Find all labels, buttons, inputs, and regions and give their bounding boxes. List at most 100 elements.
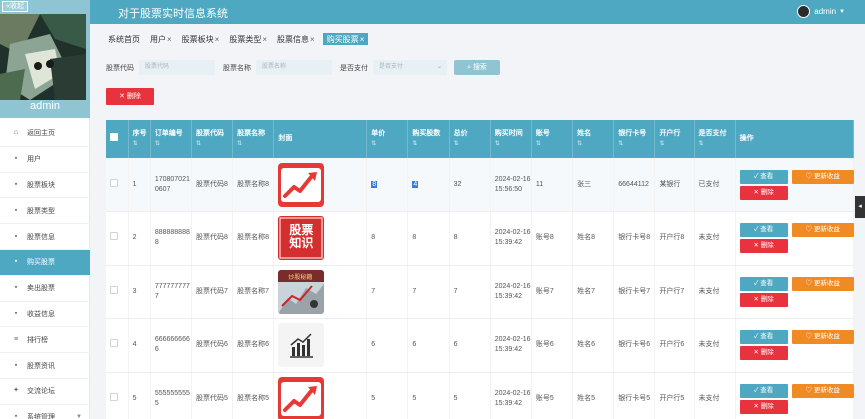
cell-bank-value: 开户行6 [659, 341, 685, 349]
cell-total: 8 [449, 211, 491, 266]
column-header[interactable]: 姓名 ⇅ [572, 120, 615, 158]
column-header[interactable]: 总价 ⇅ [449, 120, 491, 158]
sidebar-item-type[interactable]: ▪ 股票类型 [0, 198, 90, 225]
view-button[interactable]: ✓ 查看 [739, 330, 788, 345]
cell-card: 银行卡号6 [613, 318, 656, 373]
sort-icon[interactable]: ⇅ [412, 139, 448, 149]
tab-label: 用户 [150, 34, 166, 44]
sort-icon[interactable]: ⇅ [495, 139, 531, 149]
column-header[interactable]: 购买时间 ⇅ [490, 120, 532, 158]
tab-3[interactable]: 股票类型 × [227, 33, 269, 45]
sort-icon[interactable]: ⇅ [536, 139, 572, 149]
tab-4[interactable]: 股票信息 × [275, 33, 317, 45]
search-bar: 股票代码 股票代码 股票名称 股票名称 是否支付 是否支付 ⌄ ⌕ 搜索 [106, 60, 500, 75]
cell-code: 股票代码5 [191, 372, 234, 419]
code-input[interactable]: 股票代码 [139, 60, 215, 75]
cell-name-value: 股票名称5 [237, 394, 270, 402]
delete-button[interactable]: ✕ 删除 [739, 399, 788, 414]
column-header[interactable]: 购买股数 ⇅ [407, 120, 450, 158]
search-button[interactable]: ⌕ 搜索 [454, 60, 500, 75]
column-header[interactable]: 单价 ⇅ [366, 120, 409, 158]
delete-button[interactable]: ✕ 删除 [739, 346, 788, 361]
collapse-button[interactable]: «收起 [2, 1, 28, 12]
sort-icon[interactable]: ⇅ [577, 139, 613, 149]
tab-5[interactable]: 购买股票 × [322, 33, 369, 45]
column-header[interactable]: 银行卡号 ⇅ [613, 120, 656, 158]
tab-0[interactable]: 系统首页 [106, 33, 142, 45]
column-header-label: 购买股数 [412, 130, 441, 137]
sidebar-item-rank[interactable]: ≡ 排行榜 [0, 327, 90, 354]
column-header[interactable]: 开户行 ⇅ [654, 120, 695, 158]
sidebar-item-board[interactable]: ▪ 股票板块 [0, 173, 90, 199]
update-income-button[interactable]: ♡ 更新收益 [791, 276, 854, 291]
sort-icon[interactable]: ⇅ [196, 139, 232, 149]
sort-icon[interactable]: ⇅ [133, 139, 150, 149]
cell-account-value: 账号7 [535, 287, 554, 295]
column-header[interactable]: 封面 [273, 120, 368, 158]
delete-button[interactable]: ✕ 删除 [739, 239, 788, 254]
cell-total: 5 [449, 372, 491, 419]
close-icon[interactable]: × [262, 35, 267, 44]
delete-button[interactable]: ✕ 删除 [739, 185, 788, 200]
delete-button[interactable]: ✕ 删除 [739, 292, 788, 307]
cell-card-value: 66644112 [618, 180, 649, 188]
paid-select[interactable]: 是否支付 ⌄ [373, 60, 447, 75]
row-checkbox[interactable] [110, 285, 118, 294]
sidebar-item-income[interactable]: ▪ 收益信息 [0, 302, 90, 328]
type-icon: ▪ [14, 206, 18, 214]
sidebar-item-sell[interactable]: ▪ 卖出股票 [0, 276, 90, 302]
sort-icon[interactable]: ⇅ [237, 139, 273, 149]
batch-delete-button[interactable]: ✕ 删除 [106, 88, 154, 105]
column-header[interactable]: 股票名称 ⇅ [232, 120, 275, 158]
select-all-checkbox[interactable] [110, 133, 118, 141]
sort-icon[interactable]: ⇅ [699, 139, 735, 149]
update-income-button[interactable]: ♡ 更新收益 [791, 169, 854, 184]
column-header[interactable]: 序号 ⇅ [128, 120, 151, 158]
row-checkbox[interactable] [110, 232, 118, 241]
cell-shares-value: 4 [412, 180, 419, 188]
sort-icon[interactable]: ⇅ [659, 139, 693, 149]
sidebar-item-info[interactable]: ▪ 股票信息 [0, 224, 90, 250]
cell-seq-value: 4 [132, 341, 137, 349]
close-icon[interactable]: × [215, 35, 220, 44]
close-icon[interactable]: × [310, 35, 315, 44]
row-checkbox[interactable] [110, 339, 118, 348]
column-header[interactable]: 是否支付 ⇅ [694, 120, 736, 158]
cell-name: 股票名称6 [232, 318, 275, 373]
sort-icon[interactable]: ⇅ [454, 139, 490, 149]
close-icon[interactable]: × [167, 35, 172, 44]
close-icon: ✕ [753, 349, 761, 357]
row-checkbox[interactable] [110, 178, 118, 187]
update-income-button[interactable]: ♡ 更新收益 [791, 330, 854, 345]
view-button[interactable]: ✓ 查看 [739, 276, 788, 291]
sidebar-item-news[interactable]: ▪ 股票资讯 [0, 353, 90, 379]
cell-shares-value: 7 [412, 287, 417, 295]
user-menu[interactable]: admin ▼ [797, 5, 845, 18]
tab-2[interactable]: 股票板块 × [180, 33, 222, 45]
column-header[interactable]: 账号 ⇅ [531, 120, 574, 158]
close-icon[interactable]: × [360, 35, 365, 44]
view-button[interactable]: ✓ 查看 [739, 169, 788, 184]
sidebar-item-home[interactable]: ⌂ 返回主页 [0, 121, 90, 147]
column-header[interactable]: 订单编号 ⇅ [150, 120, 192, 158]
sort-icon[interactable]: ⇅ [371, 139, 407, 149]
side-toggle-handle[interactable]: ◂ [855, 196, 865, 218]
name-label: 股票名称 [223, 64, 251, 72]
sidebar-item-user[interactable]: ▪ 用户 [0, 147, 90, 173]
view-button[interactable]: ✓ 查看 [739, 223, 788, 238]
sort-icon[interactable]: ⇅ [618, 139, 654, 149]
sidebar-item-forum[interactable]: ✦ 交流论坛 [0, 379, 90, 405]
sidebar-item-settings[interactable]: ▪ 系统管理 ▼ [0, 405, 90, 419]
name-input[interactable]: 股票名称 [256, 60, 332, 75]
table-header: 序号 ⇅ 订单编号 ⇅ 股票代码 ⇅ 股票名称 ⇅ 封面 单价 ⇅ 购买股数 ⇅ 总价 ⇅ 购买时间 ⇅ 账号 ⇅ 姓… [106, 120, 854, 158]
cell-account: 账号8 [531, 211, 574, 266]
sidebar-item-buy[interactable]: ▪ 购买股票 [0, 249, 90, 276]
tab-1[interactable]: 用户 × [148, 33, 174, 45]
column-header[interactable]: 股票代码 ⇅ [191, 120, 234, 158]
update-income-button[interactable]: ♡ 更新收益 [791, 383, 854, 398]
cell-order: 6666666666 [150, 318, 192, 373]
update-income-button[interactable]: ♡ 更新收益 [791, 223, 854, 238]
sort-icon[interactable]: ⇅ [155, 139, 191, 149]
view-button[interactable]: ✓ 查看 [739, 383, 788, 398]
row-checkbox[interactable] [110, 392, 118, 401]
